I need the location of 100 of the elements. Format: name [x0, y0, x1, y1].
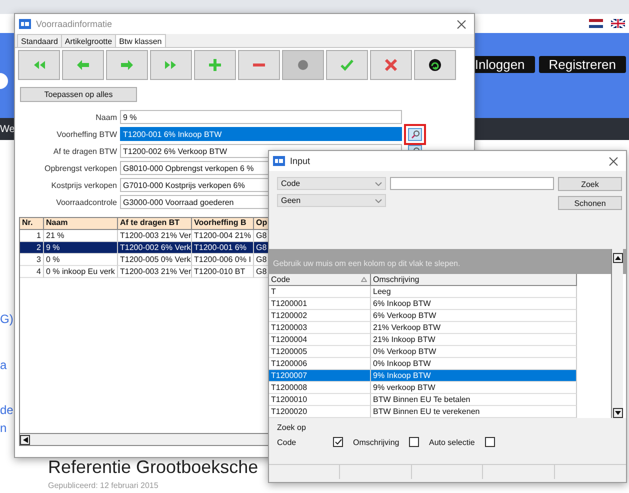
- plus-icon: [208, 58, 222, 72]
- circle-icon: [296, 58, 310, 72]
- up-triangle-icon: [614, 256, 620, 260]
- text-field[interactable]: T1200-001 6% Inkoop BTW: [120, 127, 402, 141]
- publish-date: Gepubliceerd: 12 februari 2015: [48, 481, 158, 490]
- sidebar-link[interactable]: n: [0, 421, 7, 435]
- close-icon[interactable]: [609, 156, 618, 166]
- grid-cell: T1200007: [269, 370, 371, 382]
- column-header[interactable]: Af te dragen BT: [118, 218, 192, 230]
- chevron-down-icon: [375, 198, 382, 202]
- text-field[interactable]: 9 %: [120, 110, 402, 124]
- left-arrow-icon: [76, 58, 90, 72]
- table-cell: 0 %: [44, 254, 118, 266]
- field-label: Voorraadcontrole: [55, 198, 118, 206]
- dialog-button[interactable]: Zoek: [558, 177, 622, 191]
- grid-row[interactable]: T Leeg: [269, 286, 611, 298]
- down-triangle-icon: [614, 411, 620, 415]
- checkmark-icon: [334, 439, 342, 445]
- field-label: Voorheffing BTW: [56, 130, 118, 138]
- grid-cell: T1200005: [269, 346, 371, 358]
- app-logo-icon: [273, 156, 285, 166]
- close-icon[interactable]: [457, 20, 466, 28]
- checkbox[interactable]: [409, 437, 419, 447]
- grid-cell: BTW Binnen EU te verekenen: [371, 406, 577, 418]
- grid-cell: 21% Inkoop BTW: [371, 334, 577, 346]
- column-header[interactable]: Voorheffing B: [192, 218, 254, 230]
- checkbox[interactable]: [333, 437, 343, 447]
- flag-icon[interactable]: [589, 19, 603, 28]
- field-label: Af te dragen BTW: [52, 146, 118, 156]
- table-cell: 2: [20, 242, 44, 254]
- scroll-left-button[interactable]: [20, 434, 30, 444]
- dialog-button[interactable]: Schonen: [558, 196, 622, 210]
- option-label: Omschrijving: [353, 438, 400, 446]
- field-label: Naam: [94, 112, 118, 122]
- tab[interactable]: Btw klassen: [115, 34, 166, 47]
- grid-row[interactable]: T1200002 6% Verkoop BTW: [269, 310, 611, 322]
- grid-row[interactable]: T1200005 0% Verkoop BTW: [269, 346, 611, 358]
- grid-row[interactable]: T1200010 BTW Binnen EU Te betalen: [269, 394, 611, 406]
- search-icon: [410, 130, 420, 138]
- grid-cell: T1200002: [269, 310, 371, 322]
- header-button[interactable]: Registreren: [538, 56, 626, 73]
- column-header[interactable]: Omschrijving: [371, 274, 577, 286]
- sidebar-link[interactable]: G): [0, 312, 14, 326]
- double-right-arrow-icon: [164, 58, 178, 72]
- grid-cell: 6% Inkoop BTW: [371, 298, 577, 310]
- table-cell: T1200-003 21% Ver: [118, 266, 192, 278]
- table-cell: T1200-010 BT: [192, 266, 254, 278]
- scroll-up-button[interactable]: [612, 253, 622, 263]
- grid-cell: 9% verkoop BTW: [371, 382, 577, 394]
- tab[interactable]: Standaard: [17, 34, 62, 47]
- table-cell: T1200-001 6%: [192, 242, 254, 254]
- table-cell: T1200-006 0% I: [192, 254, 254, 266]
- table-cell: 4: [20, 266, 44, 278]
- refresh-icon: [428, 58, 442, 72]
- table-row[interactable]: 2 9 % T1200-002 6% Verk T1200-001 6% G8: [20, 242, 469, 254]
- window-title: Voorraadinformatie: [36, 19, 114, 29]
- field-label: Opbrengst verkopen: [44, 164, 118, 172]
- search-field[interactable]: [390, 177, 554, 190]
- grid-cell: 6% Verkoop BTW: [371, 310, 577, 322]
- tab[interactable]: Artikelgrootte: [60, 34, 116, 47]
- grid-cell: 21% Verkoop BTW: [371, 322, 577, 334]
- grid-cell: T1200020: [269, 406, 371, 418]
- table-cell: 9 %: [44, 242, 118, 254]
- column-header[interactable]: Naam: [44, 218, 118, 230]
- sidebar-link[interactable]: a: [0, 358, 7, 372]
- table-cell: 0 % inkoop Eu verk: [44, 266, 118, 278]
- table-cell: 3: [20, 254, 44, 266]
- grid-cell: BTW Binnen EU Te betalen: [371, 394, 577, 406]
- field-label: Kostprijs verkopen: [50, 180, 118, 190]
- toolbar-button[interactable]: [414, 50, 456, 80]
- section-label: Zoek op: [277, 423, 307, 432]
- checkbox[interactable]: [485, 437, 495, 447]
- table-cell: T1200-002 6% Verk: [118, 242, 192, 254]
- grid-cell: T1200003: [269, 322, 371, 334]
- sidebar-link[interactable]: de: [0, 403, 14, 417]
- grid-cell: T1200008: [269, 382, 371, 394]
- column-header[interactable]: Nr.: [20, 218, 44, 230]
- grid-row[interactable]: T1200001 6% Inkoop BTW: [269, 298, 611, 310]
- dropdown[interactable]: Code: [277, 177, 386, 190]
- grid-row[interactable]: T1200004 21% Inkoop BTW: [269, 334, 611, 346]
- checkmark-icon: [340, 58, 354, 72]
- option-label: Code: [277, 438, 298, 446]
- app-logo-icon: [19, 19, 31, 29]
- grid-cell: 0% Verkoop BTW: [371, 346, 577, 358]
- apply-all-button[interactable]: Toepassen op alles: [20, 87, 137, 102]
- nav-text[interactable]: We: [0, 124, 15, 134]
- grid-row[interactable]: T1200007 9% Inkoop BTW: [269, 370, 611, 382]
- grid-row[interactable]: T1200020 BTW Binnen EU te verekenen: [269, 406, 611, 418]
- column-header[interactable]: Code: [269, 274, 371, 286]
- grid-cell: T: [269, 286, 371, 298]
- grid-cell: T1200004: [269, 334, 371, 346]
- right-arrow-icon: [120, 58, 134, 72]
- grid-row[interactable]: T1200003 21% Verkoop BTW: [269, 322, 611, 334]
- dropdown[interactable]: Geen: [277, 194, 386, 207]
- lookup-button[interactable]: [408, 128, 422, 140]
- left-triangle-icon: [22, 436, 28, 442]
- double-left-arrow-icon: [32, 58, 46, 72]
- grid-row[interactable]: T1200008 9% verkoop BTW: [269, 382, 611, 394]
- flag-icon[interactable]: [611, 19, 625, 28]
- scroll-down-button[interactable]: [612, 408, 622, 418]
